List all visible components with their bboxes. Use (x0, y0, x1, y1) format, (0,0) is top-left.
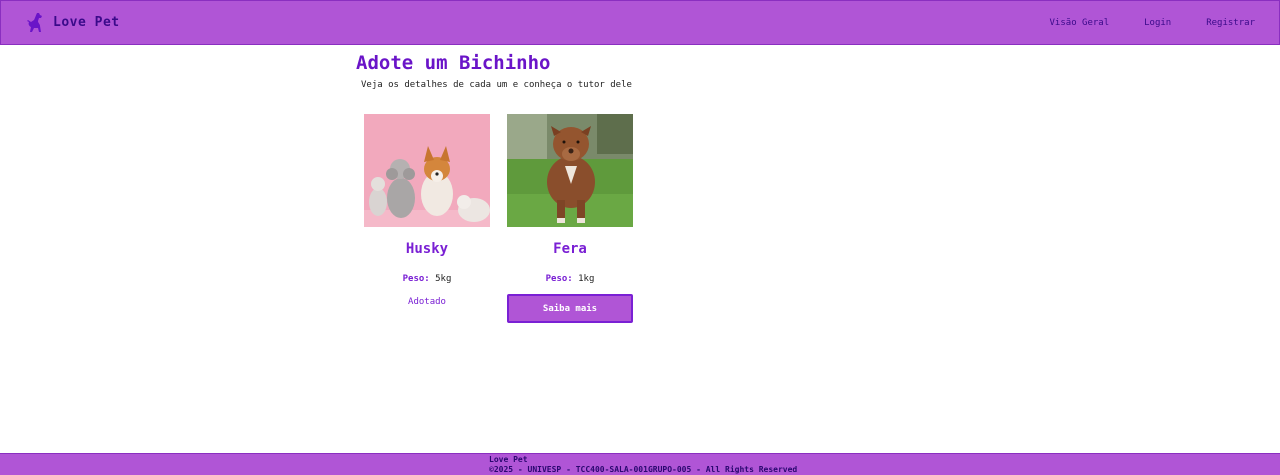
pet-weight: Peso: 5kg (364, 274, 490, 284)
pet-name: Fera (553, 241, 587, 257)
top-navbar: Love Pet Visão Geral Login Registrar (0, 0, 1280, 45)
dog-silhouette-icon (27, 12, 42, 32)
pet-name: Husky (405, 241, 449, 257)
footer: Love Pet ©2025 - UNIVESP - TCC400-SALA-0… (0, 453, 1280, 475)
adoption-status: Adotado (408, 297, 446, 307)
nav-link-login[interactable]: Login (1144, 18, 1171, 28)
weight-label: Peso: (402, 274, 430, 284)
pet-photo[interactable] (364, 114, 490, 227)
weight-value: 1kg (578, 274, 595, 284)
footer-brand: Love Pet (489, 455, 528, 464)
brand-name: Love Pet (53, 15, 120, 30)
footer-copyright: ©2025 - UNIVESP - TCC400-SALA-001GRUPO-0… (489, 465, 798, 474)
pet-card: Husky Peso: 5kg Adotado (364, 114, 490, 307)
pet-weight: Peso: 1kg (507, 274, 633, 284)
saiba-mais-button[interactable]: Saiba mais (507, 294, 633, 323)
brand[interactable]: Love Pet (25, 12, 120, 34)
weight-value: 5kg (435, 274, 452, 284)
pet-card: Fera Peso: 1kg Saiba mais (507, 114, 633, 323)
nav-link-visao-geral[interactable]: Visão Geral (1050, 18, 1110, 28)
page-title: Adote um Bichinho (356, 52, 551, 74)
page-subtitle: Veja os detalhes de cada um e conheça o … (361, 80, 632, 90)
main-nav: Visão Geral Login Registrar (1015, 1, 1255, 44)
weight-label: Peso: (545, 274, 573, 284)
nav-link-registrar[interactable]: Registrar (1206, 18, 1255, 28)
pet-photo[interactable] (507, 114, 633, 227)
